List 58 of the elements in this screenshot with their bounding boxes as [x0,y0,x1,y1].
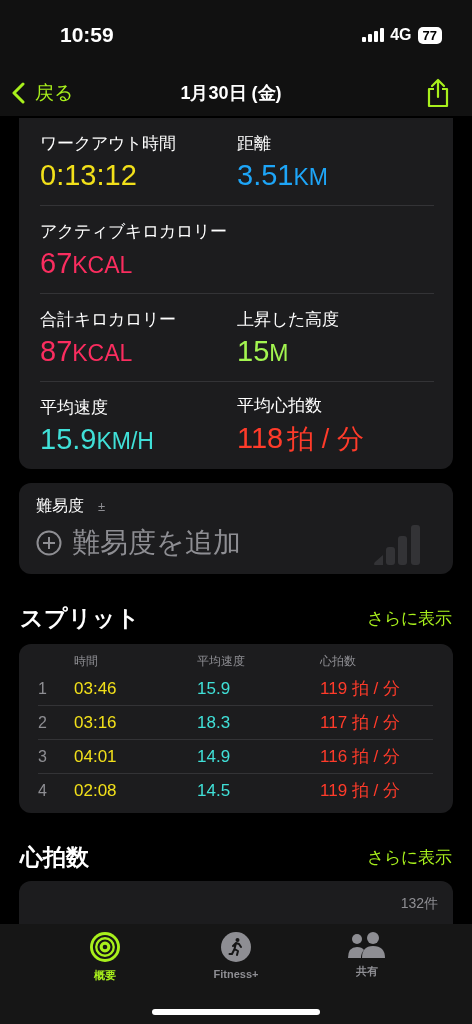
back-button[interactable]: 戻る [12,80,73,106]
page-title: 1月30日 (金) [180,82,282,105]
network-label: 4G [390,26,412,44]
runner-icon [221,932,251,962]
column-header: 平均速度 [197,653,246,669]
show-more-link[interactable]: さらに表示 [367,845,452,869]
metric-label: 平均心拍数 [237,395,323,417]
split-speed: 14.5 [197,780,232,801]
metric-label: 合計キロカロリー [40,308,177,331]
column-header: 心拍数 [320,653,357,669]
metric-label: 距離 [237,132,272,155]
share-icon [426,78,450,108]
split-heart-rate: 119 拍 / 分 [320,678,401,700]
rings-icon [90,932,121,962]
column-header: 時間 [74,653,99,669]
split-speed: 14.9 [197,746,232,767]
metric-label: ワークアウト時間 [40,132,177,155]
metric-label: アクティブキロカロリー [40,220,228,243]
people-icon [347,932,386,958]
section-title: 心拍数 [20,842,89,872]
split-heart-rate: 116 拍 / 分 [320,746,401,768]
split-time: 03:16 [74,712,118,733]
tab-item[interactable]: Fitness+ [196,932,276,980]
metric-value: 15M [237,334,290,368]
signal-icon [362,28,385,42]
share-button[interactable] [426,78,450,108]
split-time: 03:46 [74,678,118,699]
split-number: 1 [38,679,48,698]
battery-indicator: 77 [417,26,442,44]
split-number: 3 [38,747,48,766]
metric-label: 上昇した高度 [237,308,340,331]
split-time: 04:01 [74,746,118,767]
section-title: スプリット [20,603,140,633]
split-number: 4 [38,781,48,800]
tab-item[interactable]: 共有 [326,932,407,979]
difficulty-card[interactable]: 難易度 ± 難易度を追加 [19,483,453,574]
metric-value: 67KCAL [40,246,134,280]
add-difficulty-text: 難易度を追加 [72,526,242,560]
split-speed: 15.9 [197,678,232,699]
status-time: 10:59 [60,23,114,47]
tab-item[interactable]: 概要 [65,932,146,983]
difficulty-label: 難易度 [36,496,84,516]
sample-count: 132件 [400,895,438,913]
metric-label: 平均速度 [40,396,109,419]
metric-value: 3.51KM [237,158,329,192]
split-number: 2 [38,713,48,732]
add-circle-icon [36,530,62,556]
split-heart-rate: 117 拍 / 分 [320,712,401,734]
metric-value: 15.9KM/H [40,422,155,456]
split-speed: 18.3 [197,712,232,733]
split-heart-rate: 119 拍 / 分 [320,780,401,802]
chevron-left-icon [12,82,25,104]
metric-value: 0:13:12 [40,158,138,192]
metric-value: 118拍 / 分 [237,421,365,456]
plus-minus-symbol: ± [98,499,106,514]
metric-value: 87KCAL [40,334,134,368]
show-more-link[interactable]: さらに表示 [367,606,452,630]
split-time: 02:08 [74,780,118,801]
